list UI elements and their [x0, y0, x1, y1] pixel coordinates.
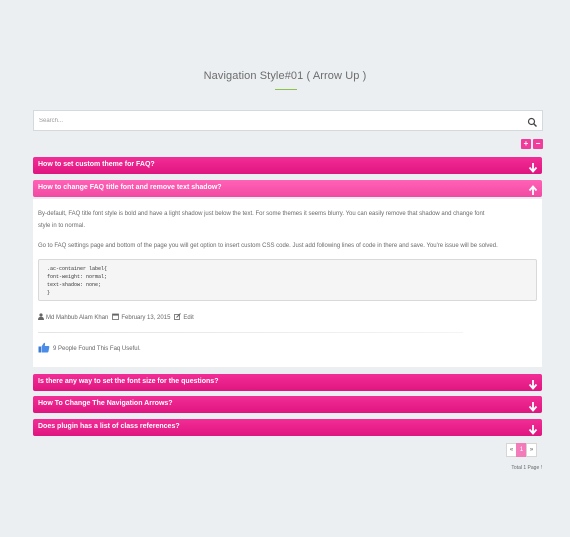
answer-meta: Md Mahbub Alam Khan February 13, 2015 Ed… [38, 313, 194, 322]
helpful-row: 9 People Found This Faq Useful. [38, 342, 141, 355]
code-line: } [47, 290, 51, 296]
faq-question: How to set custom theme for FAQ? [38, 161, 155, 168]
divider [38, 332, 463, 333]
search-icon[interactable] [527, 115, 538, 127]
search-box [33, 110, 543, 131]
faq-item-3[interactable]: Is there any way to set the font size fo… [33, 374, 542, 391]
arrow-up-icon[interactable] [528, 183, 538, 195]
faq-question: Is there any way to set the font size fo… [38, 378, 219, 385]
post-date: February 13, 2015 [121, 314, 171, 321]
search-input[interactable] [34, 111, 514, 130]
expand-all-button[interactable]: + [521, 139, 531, 149]
pagination: « 1 » [506, 443, 537, 457]
arrow-down-icon[interactable] [528, 399, 538, 412]
faq-item-5[interactable]: Does plugin has a list of class referenc… [33, 419, 542, 436]
arrow-down-icon[interactable] [528, 160, 538, 173]
answer-text: style in to normal. [38, 223, 86, 229]
code-block: .ac-container label{ font-weight: normal… [38, 259, 537, 301]
total-pages: Total 1 Page ! [511, 465, 542, 471]
code-line: font-weight: normal; [47, 274, 108, 280]
edit-icon[interactable] [174, 313, 183, 322]
faq-item-1[interactable]: How to set custom theme for FAQ? [33, 157, 542, 174]
answer-text: By-default, FAQ title font style is bold… [38, 211, 485, 217]
arrow-down-icon[interactable] [528, 377, 538, 390]
answer-text: Go to FAQ settings page and bottom of th… [38, 243, 498, 249]
author-name: Md Mahbub Alam Khan [46, 314, 109, 321]
next-page-button[interactable]: » [526, 443, 537, 457]
page-title: Navigation Style#01 ( Arrow Up ) [203, 70, 367, 82]
user-icon [38, 313, 46, 322]
faq-question: How To Change The Navigation Arrows? [38, 400, 173, 407]
helpful-count: 9 People Found This Faq Useful. [53, 345, 141, 352]
code-line: text-shadow: none; [47, 282, 102, 288]
edit-link[interactable]: Edit [183, 315, 193, 321]
code-line: .ac-container label{ [47, 266, 108, 272]
arrow-down-icon[interactable] [528, 422, 538, 435]
faq-item-2[interactable]: How to change FAQ title font and remove … [33, 180, 542, 197]
calendar-icon [112, 313, 121, 322]
collapse-all-button[interactable]: − [533, 139, 543, 149]
faq-answer-panel: By-default, FAQ title font style is bold… [33, 199, 542, 367]
faq-item-4[interactable]: How To Change The Navigation Arrows? [33, 396, 542, 413]
title-underline [275, 89, 297, 90]
thumbs-up-icon[interactable] [38, 342, 50, 355]
faq-question: How to change FAQ title font and remove … [38, 184, 222, 191]
faq-question: Does plugin has a list of class referenc… [38, 423, 180, 430]
